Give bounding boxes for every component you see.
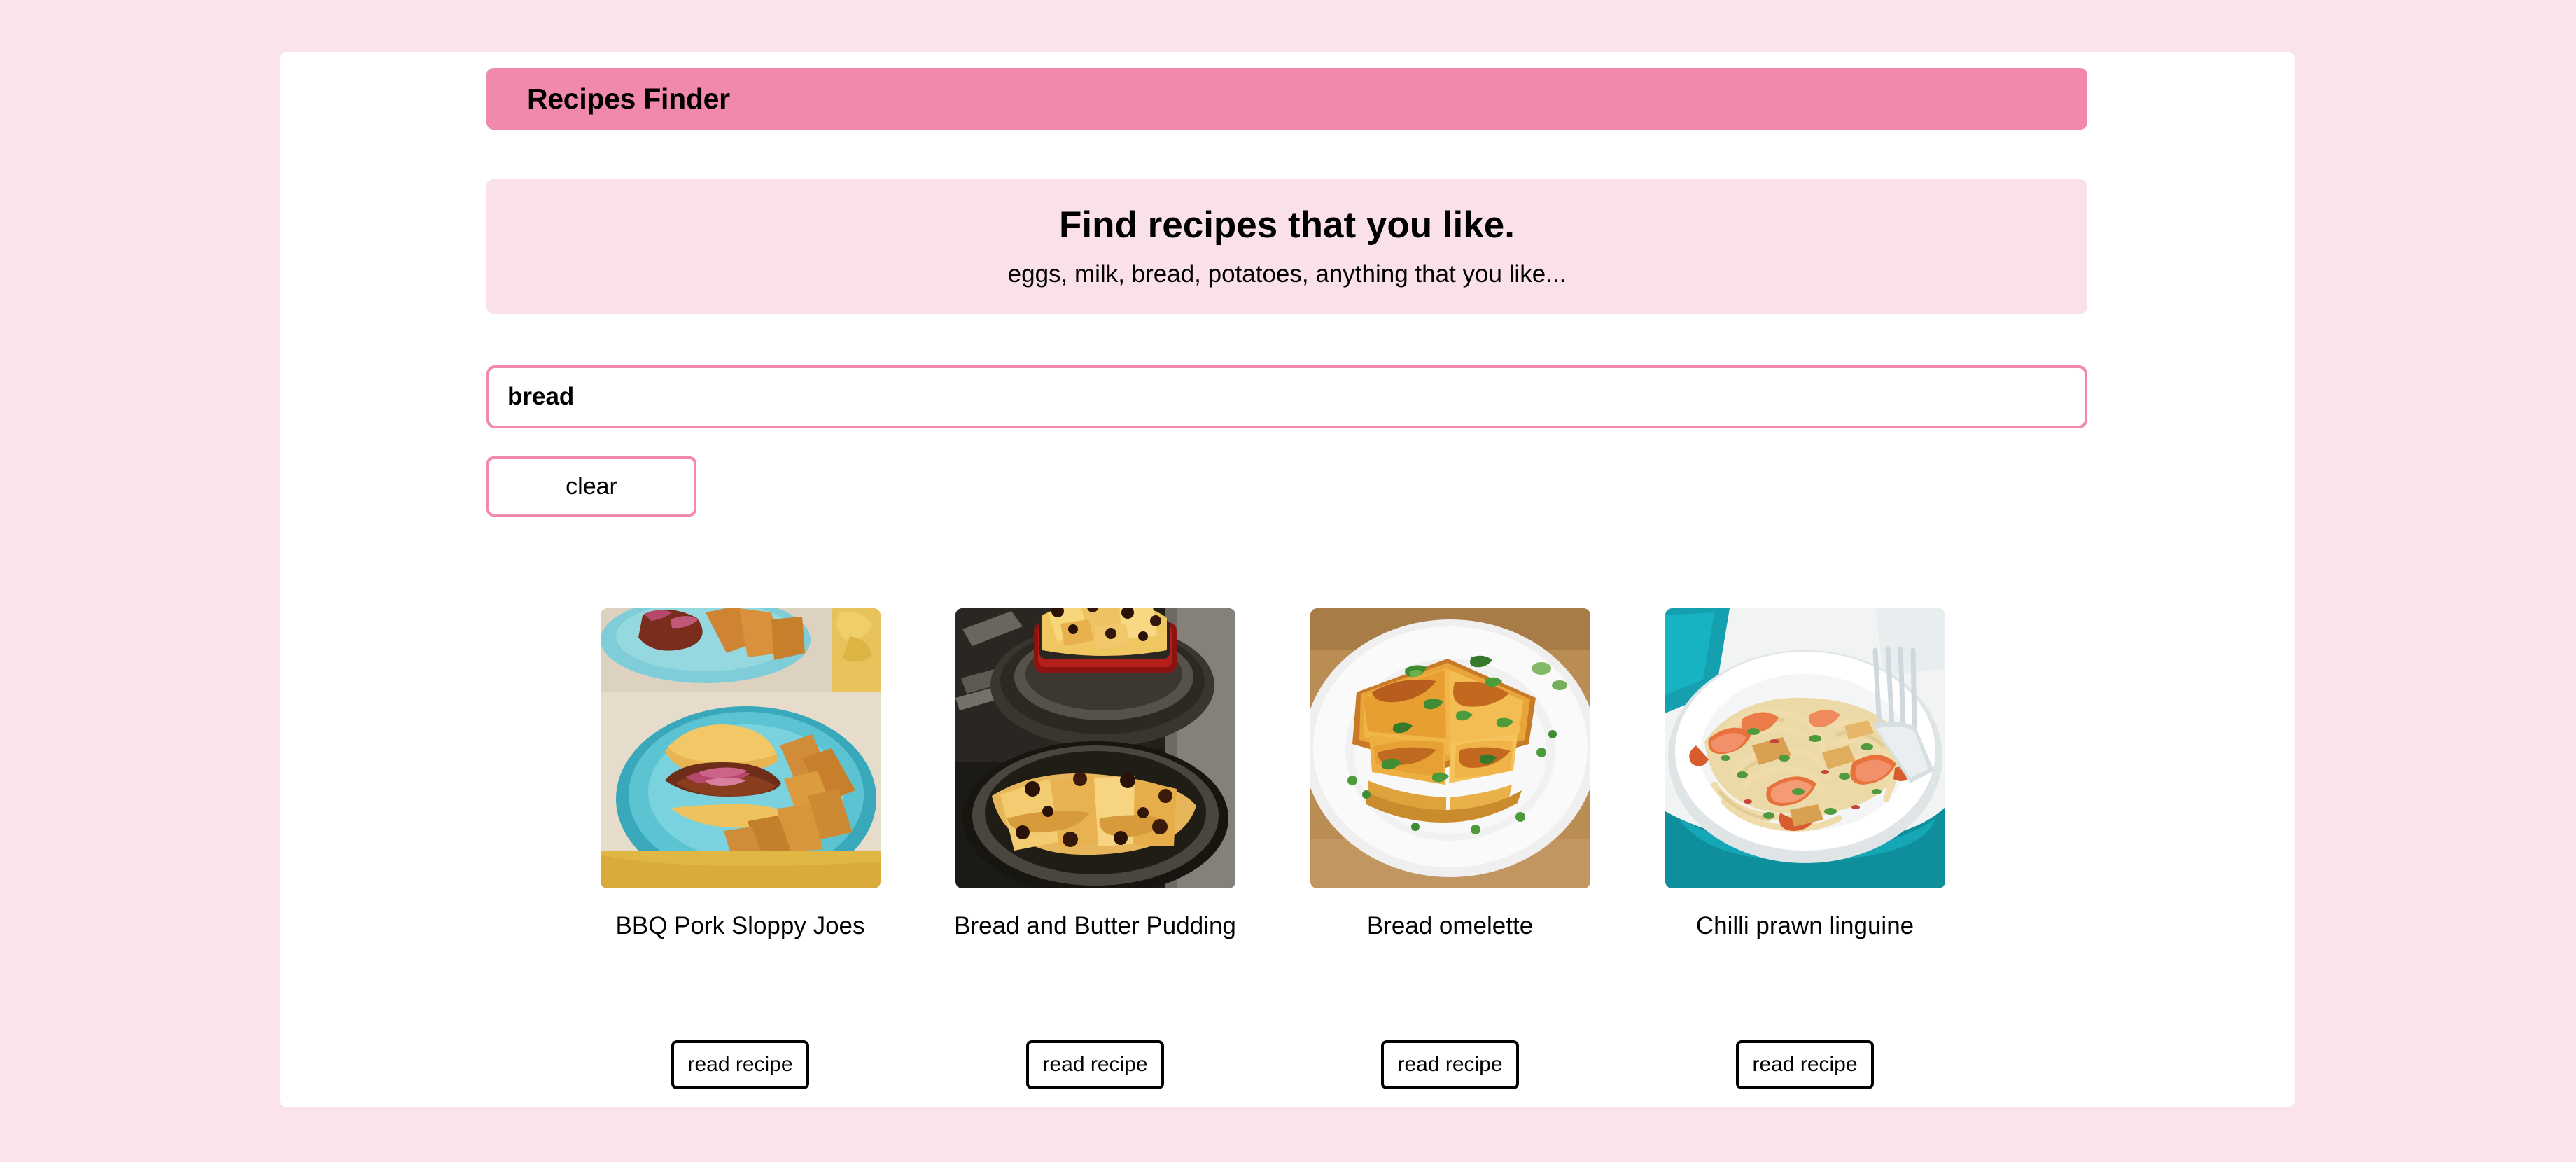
hero-heading: Find recipes that you like. bbox=[1059, 204, 1515, 246]
recipe-title: BBQ Pork Sloppy Joes bbox=[615, 912, 865, 939]
recipe-card[interactable]: Bread omelette bbox=[1291, 608, 1609, 941]
recipe-title: Chilli prawn linguine bbox=[1695, 912, 1914, 939]
read-recipe-cell: read recipe bbox=[581, 1040, 899, 1089]
recipe-image-bread-omelette bbox=[1310, 608, 1590, 888]
recipe-title: Bread omelette bbox=[1366, 912, 1534, 939]
recipe-card[interactable]: Chilli prawn linguine bbox=[1646, 608, 1964, 941]
read-recipe-button[interactable]: read recipe bbox=[671, 1040, 809, 1089]
read-recipe-button[interactable]: read recipe bbox=[1026, 1040, 1164, 1089]
recipe-image-bread-and-butter-pudding bbox=[955, 608, 1236, 888]
recipe-results-grid: BBQ Pork Sloppy Joes Bread and Butter Pu… bbox=[581, 608, 1995, 941]
search-input[interactable] bbox=[486, 365, 2087, 428]
read-recipe-cell: read recipe bbox=[1646, 1040, 1964, 1089]
recipe-card[interactable]: Bread and Butter Pudding bbox=[936, 608, 1254, 941]
read-recipe-cell: read recipe bbox=[936, 1040, 1254, 1089]
app-header: Recipes Finder bbox=[486, 68, 2087, 130]
recipe-image-bbq-pork-sloppy-joes bbox=[600, 608, 881, 888]
read-recipe-button-row: read recipe read recipe read recipe read… bbox=[581, 1040, 1995, 1089]
hero-panel: Find recipes that you like. eggs, milk, … bbox=[486, 179, 2087, 314]
read-recipe-button[interactable]: read recipe bbox=[1736, 1040, 1874, 1089]
page-title: Recipes Finder bbox=[527, 82, 730, 115]
hero-subheading: eggs, milk, bread, potatoes, anything th… bbox=[1007, 260, 1567, 288]
read-recipe-cell: read recipe bbox=[1291, 1040, 1609, 1089]
app-container: Recipes Finder Find recipes that you lik… bbox=[280, 52, 2295, 1107]
recipe-image-chilli-prawn-linguine bbox=[1665, 608, 1945, 888]
read-recipe-button[interactable]: read recipe bbox=[1381, 1040, 1519, 1089]
clear-button[interactable]: clear bbox=[486, 456, 696, 517]
recipe-card[interactable]: BBQ Pork Sloppy Joes bbox=[581, 608, 899, 941]
recipe-title: Bread and Butter Pudding bbox=[954, 912, 1236, 939]
